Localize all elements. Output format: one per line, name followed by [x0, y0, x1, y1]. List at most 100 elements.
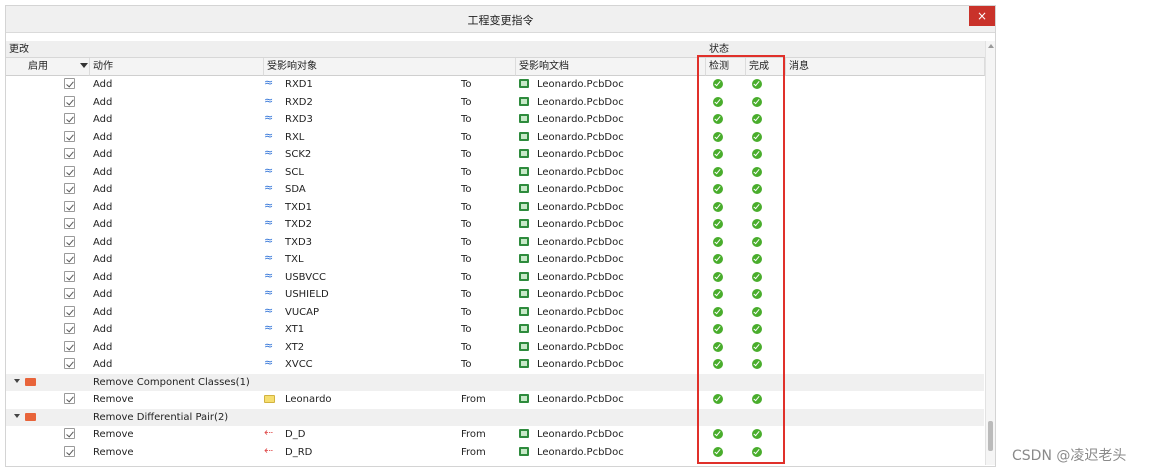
affected-document-cell: Leonardo.PcbDoc [537, 324, 624, 335]
affected-document-cell: Leonardo.PcbDoc [537, 289, 624, 300]
net-wave-icon: ≈ [264, 146, 274, 159]
group-row[interactable]: Remove Component Classes(1) [6, 373, 984, 391]
table-row[interactable]: Add ≈ RXL To Leonardo.PcbDoc [6, 129, 984, 147]
direction-cell: To [461, 236, 472, 248]
col-affected-document[interactable]: 受影响文档 [516, 58, 706, 76]
sort-dropdown-icon[interactable] [80, 63, 88, 68]
table-row[interactable]: Add ≈ XT1 To Leonardo.PcbDoc [6, 321, 984, 339]
affected-object-cell: D_D [285, 429, 306, 440]
enable-checkbox[interactable] [64, 95, 75, 107]
enable-checkbox[interactable] [64, 218, 75, 229]
affected-document-cell: Leonardo.PcbDoc [537, 359, 624, 370]
done-ok-icon [752, 394, 762, 404]
net-wave-icon: ≈ [264, 286, 274, 299]
pcb-doc-icon [519, 429, 529, 438]
check-ok-icon [713, 79, 723, 89]
check-ok-icon [713, 219, 723, 229]
check-ok-icon [713, 446, 723, 457]
direction-cell: To [461, 289, 472, 300]
table-row[interactable]: Add ≈ TXD2 To Leonardo.PcbDoc [6, 216, 984, 234]
enable-checkbox[interactable] [64, 113, 75, 124]
enable-checkbox[interactable] [64, 428, 75, 439]
table-row[interactable]: Remove ⇠ D_D From Leonardo.PcbDoc [6, 426, 984, 444]
check-ok-icon [713, 131, 723, 142]
affected-document-cell: Leonardo.PcbDoc [537, 219, 624, 230]
table-row[interactable]: Add ≈ RXD3 To Leonardo.PcbDoc [6, 111, 984, 129]
group-label: Remove Differential Pair(2) [93, 411, 229, 423]
enable-checkbox[interactable] [64, 165, 75, 177]
enable-checkbox[interactable] [64, 305, 75, 317]
pcb-doc-icon [519, 254, 529, 263]
col-enable[interactable]: 启用 [6, 58, 90, 76]
table-row[interactable]: Add ≈ SDA To Leonardo.PcbDoc [6, 181, 984, 199]
net-wave-icon: ≈ [264, 356, 274, 369]
affected-object-cell: RXL [285, 131, 305, 143]
collapse-arrow-icon[interactable] [14, 378, 20, 383]
affected-object-cell: TXD3 [285, 236, 313, 248]
col-action[interactable]: 动作 [90, 58, 264, 76]
col-enable-label: 启用 [28, 61, 48, 72]
direction-cell: To [461, 201, 472, 213]
enable-checkbox[interactable] [64, 130, 75, 142]
enable-checkbox[interactable] [64, 358, 75, 369]
table-row[interactable]: Add ≈ USBVCC To Leonardo.PcbDoc [6, 269, 984, 287]
affected-document-cell: Leonardo.PcbDoc [537, 271, 624, 283]
table-row[interactable]: Add ≈ SCL To Leonardo.PcbDoc [6, 164, 984, 182]
action-cell: Add [93, 219, 113, 230]
table-row[interactable]: Add ≈ TXD3 To Leonardo.PcbDoc [6, 234, 984, 252]
col-check[interactable]: 检测 [706, 58, 746, 76]
net-wave-icon: ≈ [264, 251, 274, 264]
done-ok-icon [752, 236, 762, 247]
col-affected-object[interactable]: 受影响对象 [264, 58, 516, 76]
affected-document-cell: Leonardo.PcbDoc [537, 131, 624, 143]
enable-checkbox[interactable] [64, 78, 75, 89]
col-done[interactable]: 完成 [746, 58, 786, 76]
enable-checkbox[interactable] [64, 323, 75, 334]
affected-document-cell: Leonardo.PcbDoc [537, 149, 624, 160]
scroll-up-icon[interactable] [988, 44, 994, 48]
collapse-arrow-icon[interactable] [14, 413, 20, 418]
affected-object-cell: XT1 [285, 324, 305, 335]
table-row[interactable]: Remove Leonardo From Leonardo.PcbDoc [6, 391, 984, 409]
direction-cell: To [461, 184, 472, 195]
check-ok-icon [713, 394, 723, 404]
table-row[interactable]: Remove ⇠ D_RD From Leonardo.PcbDoc [6, 444, 984, 462]
table-row[interactable]: Add ≈ RXD1 To Leonardo.PcbDoc [6, 76, 984, 94]
table-row[interactable]: Add ≈ USHIELD To Leonardo.PcbDoc [6, 286, 984, 304]
table-row[interactable]: Add ≈ XVCC To Leonardo.PcbDoc [6, 356, 984, 374]
group-row[interactable]: Remove Differential Pair(2) [6, 408, 984, 426]
enable-checkbox[interactable] [64, 253, 75, 264]
table-row[interactable]: Add ≈ SCK2 To Leonardo.PcbDoc [6, 146, 984, 164]
pcb-doc-icon [519, 236, 529, 246]
diff-pair-icon: ⇠ [264, 426, 274, 439]
check-ok-icon [713, 306, 723, 317]
enable-checkbox[interactable] [64, 393, 75, 404]
affected-document-cell: Leonardo.PcbDoc [537, 446, 624, 458]
vertical-scrollbar[interactable] [985, 41, 995, 465]
enable-checkbox[interactable] [64, 270, 75, 282]
enable-checkbox[interactable] [64, 235, 75, 247]
table-row[interactable]: Add ≈ XT2 To Leonardo.PcbDoc [6, 339, 984, 357]
affected-object-cell: RXD2 [285, 96, 313, 108]
direction-cell: To [461, 131, 472, 143]
affected-object-cell: RXD1 [285, 79, 313, 90]
table-row[interactable]: Add ≈ VUCAP To Leonardo.PcbDoc [6, 304, 984, 322]
enable-checkbox[interactable] [64, 340, 75, 352]
scroll-thumb[interactable] [988, 421, 993, 451]
done-ok-icon [752, 341, 762, 352]
action-cell: Add [93, 359, 113, 370]
group-label: Remove Component Classes(1) [93, 376, 250, 388]
direction-cell: To [461, 79, 472, 90]
enable-checkbox[interactable] [64, 445, 75, 457]
col-message[interactable]: 消息 [786, 58, 985, 76]
table-row[interactable]: Add ≈ TXD1 To Leonardo.PcbDoc [6, 199, 984, 217]
table-row[interactable]: Add ≈ RXD2 To Leonardo.PcbDoc [6, 94, 984, 112]
affected-object-cell: SCL [285, 166, 304, 178]
table-row[interactable]: Add ≈ TXL To Leonardo.PcbDoc [6, 251, 984, 269]
enable-checkbox[interactable] [64, 288, 75, 299]
enable-checkbox[interactable] [64, 148, 75, 159]
pcb-doc-icon [519, 341, 529, 351]
enable-checkbox[interactable] [64, 183, 75, 194]
enable-checkbox[interactable] [64, 200, 75, 212]
close-button[interactable]: × [969, 6, 995, 26]
